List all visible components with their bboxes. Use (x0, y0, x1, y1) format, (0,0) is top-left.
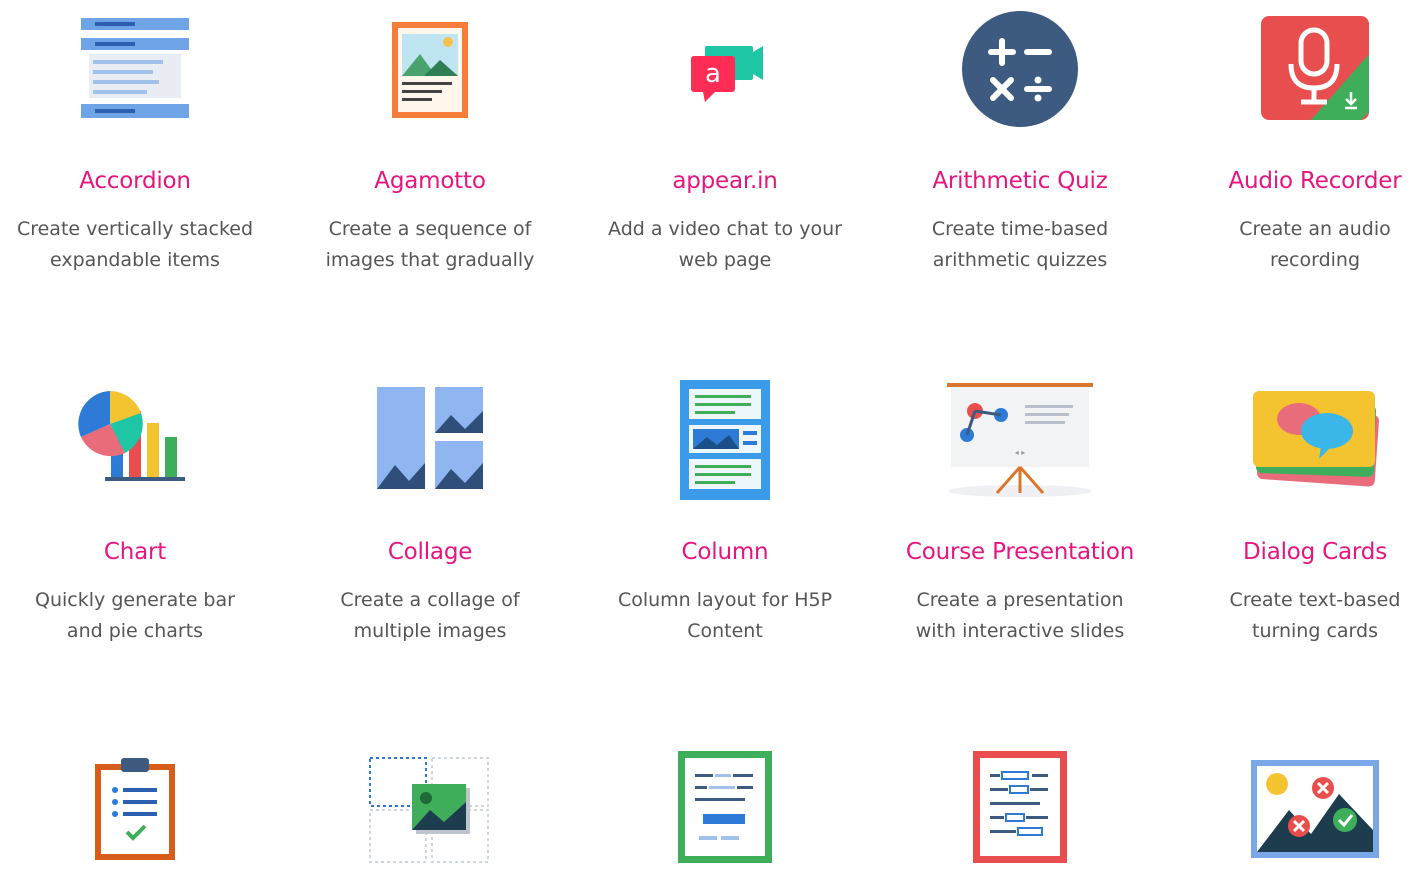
card-title[interactable]: Dialog Cards (1170, 539, 1411, 565)
course-presentation-icon: ◂ ▸ (947, 383, 1093, 497)
card-description: Create text-based turning cards (1229, 589, 1401, 642)
card-description: Create an audio recording (1239, 218, 1391, 271)
appear-in-icon: a (691, 46, 763, 102)
svg-text:a: a (705, 59, 721, 89)
card-title[interactable]: Arithmetic Quiz (875, 168, 1165, 194)
card-title[interactable]: Collage (285, 539, 575, 565)
card-description: Add a video chat to your web page (608, 218, 842, 271)
card-description: Create a collage of multiple images (340, 589, 520, 642)
card-title[interactable]: Course Presentation (875, 539, 1165, 565)
audio-recorder-icon (1261, 16, 1369, 120)
card-title[interactable]: Column (580, 539, 870, 565)
card-description: Column layout for H5P Content (617, 589, 833, 642)
arithmetic-quiz-icon (962, 11, 1078, 127)
card-description: Create time-based arithmetic quizzes (931, 218, 1109, 271)
card-title[interactable]: Accordion (0, 168, 280, 194)
collage-icon (377, 387, 483, 489)
documentation-tool-icon (95, 758, 175, 860)
column-icon (680, 380, 770, 500)
agamotto-icon (392, 22, 468, 118)
svg-text:◂ ▸: ◂ ▸ (1015, 448, 1026, 457)
card-description: Create a presentation with interactive s… (915, 589, 1125, 642)
find-hotspot-icon (1251, 760, 1379, 858)
card-title[interactable]: Audio Recorder (1170, 168, 1411, 194)
card-description: Create a sequence of images that gradual… (325, 218, 535, 271)
card-description: Create vertically stacked expandable ite… (16, 218, 254, 271)
chart-icon (78, 391, 185, 481)
card-title[interactable]: Agamotto (285, 168, 575, 194)
card-description: Quickly generate bar and pie charts (35, 589, 235, 642)
drag-the-words-icon (678, 751, 772, 863)
card-title[interactable]: appear.in (580, 168, 870, 194)
accordion-icon (81, 18, 189, 118)
card-title[interactable]: Chart (0, 539, 280, 565)
dialog-cards-icon (1253, 391, 1379, 487)
drag-and-drop-icon (369, 757, 489, 863)
fill-in-the-blanks-icon (973, 751, 1067, 863)
